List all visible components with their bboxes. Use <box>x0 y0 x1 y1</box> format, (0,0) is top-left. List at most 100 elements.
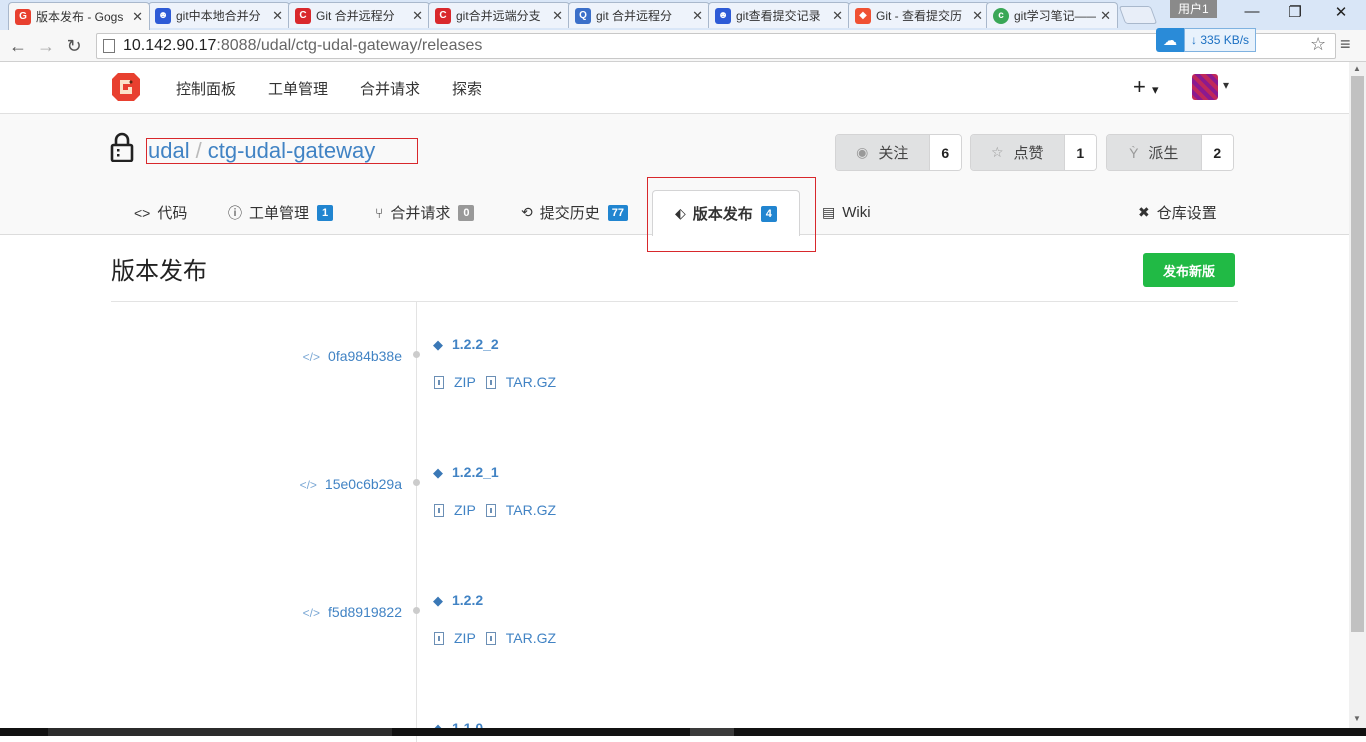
download-speed-widget[interactable]: ☁ ↓ 335 KB/s <box>1156 28 1257 52</box>
avatar[interactable] <box>1192 74 1218 100</box>
repo-owner-link[interactable]: udal <box>148 138 190 163</box>
page-scrollbar[interactable]: ▲ ▼ <box>1349 62 1366 728</box>
release-item: </> 15e0c6b29a ◆ 1.2.2_1 ZIP TAR.GZ <box>0 458 1349 586</box>
close-icon[interactable]: ✕ <box>552 8 563 24</box>
code-icon: <> <box>134 204 151 221</box>
scroll-down-icon[interactable]: ▼ <box>1353 714 1361 723</box>
tag-icon: ⬖ <box>675 205 686 221</box>
close-icon[interactable]: ✕ <box>832 8 843 24</box>
close-icon[interactable]: ✕ <box>1100 8 1111 24</box>
browser-tabstrip: G 版本发布 - Gogs ✕ ☻ git中本地合并分 ✕ C Git 合并远程… <box>0 0 1366 30</box>
zip-download-link[interactable]: ZIP <box>434 374 476 390</box>
tab-pull-requests[interactable]: ⑂ 合并请求 0 <box>375 190 475 235</box>
fork-label: 派生 <box>1148 145 1179 162</box>
tag-name: 1.2.2_1 <box>452 464 499 480</box>
tab-label: 版本发布 <box>692 206 753 223</box>
close-icon[interactable]: ✕ <box>132 9 143 25</box>
new-tab-button[interactable] <box>1118 6 1158 24</box>
targz-download-link[interactable]: TAR.GZ <box>485 502 557 518</box>
tab-code[interactable]: <> 代码 <box>134 190 187 235</box>
close-icon[interactable]: ✕ <box>972 8 983 24</box>
bookmark-star-icon[interactable]: ☆ <box>1310 34 1326 55</box>
back-icon[interactable]: ← <box>6 34 30 58</box>
tab-settings[interactable]: ✖ 仓库设置 <box>1138 190 1217 235</box>
scroll-up-icon[interactable]: ▲ <box>1353 64 1361 73</box>
close-window-icon[interactable]: ✕ <box>1326 3 1356 21</box>
browser-tab-1[interactable]: ☻ git中本地合并分 ✕ <box>148 2 290 28</box>
star-count[interactable]: 1 <box>1063 135 1096 170</box>
restore-icon[interactable]: ❐ <box>1280 3 1310 21</box>
taskbar-item[interactable] <box>690 728 734 736</box>
targz-download-link[interactable]: TAR.GZ <box>485 374 556 390</box>
lock-icon <box>110 132 134 162</box>
watch-button[interactable]: ◉ 关注 <box>836 135 929 170</box>
fork-count[interactable]: 2 <box>1200 135 1233 170</box>
gogs-logo[interactable] <box>110 71 142 103</box>
commit-link[interactable]: </> 0fa984b38e <box>303 348 402 364</box>
chevron-down-icon[interactable]: ▾ <box>1223 78 1229 92</box>
star-button[interactable]: ☆ 点赞 <box>971 135 1064 170</box>
c-icon: c <box>993 7 1009 24</box>
nav-dashboard[interactable]: 控制面板 <box>176 78 236 99</box>
download-label: TAR.GZ <box>505 502 557 518</box>
code-icon: </> <box>302 606 321 620</box>
nav-pulls[interactable]: 合并请求 <box>360 78 420 99</box>
new-release-button[interactable]: 发布新版 <box>1143 253 1235 287</box>
tab-wiki[interactable]: ▤ Wiki <box>822 190 871 235</box>
tag-name: 1.2.2_2 <box>452 336 499 352</box>
browser-tab-7[interactable]: c git学习笔记—— ✕ <box>986 2 1118 28</box>
address-bar[interactable]: 10.142.90.17:8088/udal/ctg-udal-gateway/… <box>96 33 1336 59</box>
close-icon[interactable]: ✕ <box>272 8 283 24</box>
download-label: ZIP <box>454 630 476 646</box>
commit-link[interactable]: </> 15e0c6b29a <box>300 476 402 492</box>
repo-name-link[interactable]: ctg-udal-gateway <box>208 138 376 163</box>
zip-download-link[interactable]: ZIP <box>434 630 476 646</box>
baidu-paw-icon: ☻ <box>155 7 171 24</box>
pull-request-icon: ⑂ <box>375 204 384 221</box>
release-downloads: ZIP TAR.GZ <box>434 630 566 646</box>
release-tag-link[interactable]: ◆ 1.1.0 <box>433 720 483 728</box>
tag-icon: ◆ <box>433 337 443 352</box>
csdn-icon: C <box>435 7 451 24</box>
minimize-icon[interactable]: — <box>1237 3 1267 20</box>
download-label: ZIP <box>454 502 476 518</box>
watch-label: 关注 <box>878 145 909 162</box>
browser-tab-title: git学习笔记—— <box>1014 9 1097 23</box>
tab-label: 代码 <box>157 205 188 222</box>
browser-tab-6[interactable]: ◆ Git - 查看提交历 ✕ <box>848 2 990 28</box>
timeline-dot <box>413 351 420 358</box>
reload-icon[interactable]: ↻ <box>62 34 86 58</box>
commit-link[interactable]: </> f5d8919822 <box>303 604 402 620</box>
tab-commits[interactable]: ⟲ 提交历史 77 <box>521 190 628 235</box>
create-menu-button[interactable]: + ▾ <box>1133 74 1159 100</box>
taskbar-item[interactable] <box>48 728 392 736</box>
release-tag-link[interactable]: ◆ 1.2.2_1 <box>433 464 499 481</box>
tab-releases[interactable]: ⬖ 版本发布 4 <box>652 190 800 236</box>
targz-download-link[interactable]: TAR.GZ <box>485 630 556 646</box>
close-icon[interactable]: ✕ <box>412 8 423 24</box>
nav-explore[interactable]: 探索 <box>452 78 482 99</box>
browser-tab-title: Git 合并远程分 <box>316 9 395 23</box>
browser-tab-3[interactable]: C git合并远端分支 ✕ <box>428 2 570 28</box>
tab-issues[interactable]: ⓘ 工单管理 1 <box>228 190 334 235</box>
tab-label: 仓库设置 <box>1156 205 1217 222</box>
browser-menu-icon[interactable]: ≡ <box>1340 34 1351 55</box>
release-tag-link[interactable]: ◆ 1.2.2 <box>433 592 483 609</box>
browser-tab-2[interactable]: C Git 合并远程分 ✕ <box>288 2 430 28</box>
nav-issues[interactable]: 工单管理 <box>268 78 328 99</box>
close-icon[interactable]: ✕ <box>692 8 703 24</box>
forward-icon[interactable]: → <box>34 34 58 58</box>
browser-tab-0[interactable]: G 版本发布 - Gogs ✕ <box>8 2 150 30</box>
browser-tab-4[interactable]: Q git 合并远程分 ✕ <box>568 2 710 28</box>
scrollbar-thumb[interactable] <box>1351 76 1364 632</box>
fork-button[interactable]: Ỳ 派生 <box>1107 135 1201 170</box>
zip-download-link[interactable]: ZIP <box>434 502 476 518</box>
zip-file-icon <box>485 375 496 389</box>
download-speed: ↓ 335 KB/s <box>1184 28 1257 52</box>
browser-tab-title: git查看提交记录 <box>736 9 821 23</box>
browser-user-badge[interactable]: 用户1 <box>1170 0 1217 18</box>
browser-tab-5[interactable]: ☻ git查看提交记录 ✕ <box>708 2 850 28</box>
release-tag-link[interactable]: ◆ 1.2.2_2 <box>433 336 499 353</box>
watch-count[interactable]: 6 <box>928 135 961 170</box>
path-separator: / <box>195 138 202 163</box>
